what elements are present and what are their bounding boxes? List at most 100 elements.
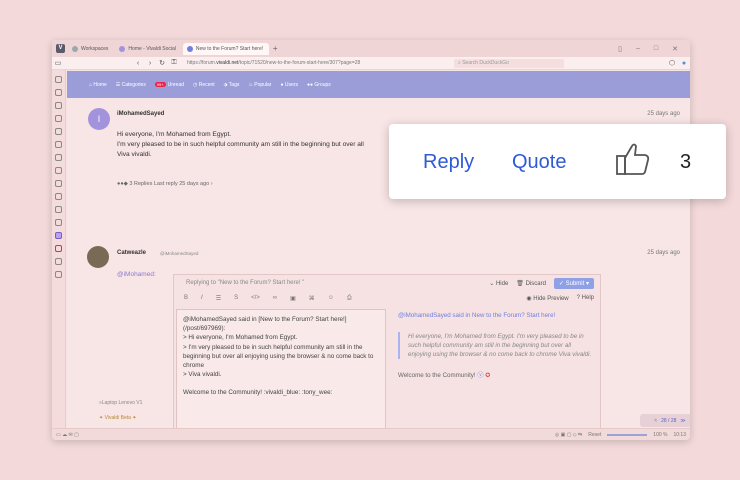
replies-summary[interactable]: ●●◆ 3 Replies Last reply 25 days ago › [117, 181, 213, 187]
site-info-icon[interactable]: ⚿ [168, 59, 180, 67]
zen-icon[interactable]: ⌘ [309, 295, 315, 302]
tab-workspaces[interactable]: Workspaces [68, 43, 112, 55]
italic-icon[interactable]: I [201, 295, 203, 301]
forward-button[interactable]: › [144, 60, 156, 67]
signature: »Laptop Lenovo V1 ✦ Vivaldi Beta ✦ [99, 400, 143, 421]
link-icon[interactable]: ∞ [273, 295, 277, 301]
composer-header: Replying to "New to the Forum? Start her… [174, 275, 600, 291]
zoom-level: 100 % [653, 431, 668, 438]
quote-button[interactable]: Quote [512, 151, 566, 174]
nav-users[interactable]: ● Users [280, 82, 297, 88]
nav-unread[interactable]: 99+ Unread [154, 81, 184, 88]
avatar[interactable]: I [88, 108, 110, 130]
vivaldi-menu-icon[interactable]: V [56, 44, 65, 53]
star-emoji-icon: ✪ [485, 372, 491, 379]
hide-composer-button[interactable]: ⌄ Hide [489, 280, 508, 287]
discard-button[interactable]: 🗑 Discard [516, 280, 546, 287]
nav-categories[interactable]: ☰ Categories [116, 82, 146, 88]
preview-quote: Hi everyone, I'm Mohamed from Egypt. I'm… [398, 332, 594, 359]
upvote-icon[interactable] [615, 141, 651, 177]
status-bar: ▭ ☁ ✉ ▢ ◎ ▣ ▢ ◇ ⇆ Reset 100 % 10:13 [52, 428, 690, 440]
nav-home[interactable]: ⌂ Home [89, 82, 107, 88]
window-controls: ▯ – □ ✕ [618, 45, 690, 53]
profile-icon[interactable]: ● [678, 60, 690, 67]
search-field[interactable]: ⌕ Search DuckDuckGo [454, 58, 564, 68]
back-button[interactable]: ‹ [132, 60, 144, 67]
capture-icon[interactable]: ◎ ▣ ▢ ◇ ⇆ [555, 432, 582, 438]
reply-button[interactable]: Reply [423, 151, 474, 174]
list-icon[interactable]: ☰ [216, 295, 221, 302]
avatar[interactable] [87, 246, 109, 268]
add-panel-icon[interactable] [55, 271, 62, 278]
maximize-button[interactable]: □ [654, 45, 658, 53]
zoom-reset[interactable]: Reset [588, 432, 601, 438]
bookmarks-icon[interactable] [55, 76, 62, 83]
zoom-slider[interactable] [607, 433, 648, 436]
translate-icon[interactable] [55, 141, 62, 148]
nav-groups[interactable]: ●● Groups [307, 82, 331, 88]
panel-toggle-icon[interactable]: ▭ [52, 59, 64, 67]
image-icon[interactable]: ▣ [290, 295, 296, 302]
reply-to-handle[interactable]: @iMohamedSayed [160, 251, 198, 256]
mastodon-icon [119, 45, 126, 52]
post-time[interactable]: 25 days ago [647, 250, 680, 256]
notes-icon[interactable] [55, 128, 62, 135]
post-time[interactable]: 25 days ago [647, 111, 680, 117]
emoji-icon[interactable]: ☺ [328, 295, 334, 301]
new-tab-button[interactable]: + [273, 44, 278, 53]
vivaldi-panel-icon[interactable] [55, 245, 62, 252]
web-panel-icon[interactable] [55, 258, 62, 265]
nav-recent[interactable]: ◷ Recent [193, 82, 215, 88]
post-author[interactable]: iMohamedSayed [117, 111, 164, 117]
post-author[interactable]: Catweazle [117, 250, 146, 256]
unread-badge: 99+ [154, 81, 166, 87]
browser-window: V Workspaces Home - Vivaldi Social New t… [52, 40, 690, 440]
forum-icon [186, 45, 193, 52]
strikethrough-icon[interactable]: S [234, 295, 238, 301]
composer-preview: @iMohamedSayed said in New to the Forum?… [396, 309, 596, 440]
post-actions-callout: Reply Quote 3 [389, 124, 726, 199]
close-button[interactable]: ✕ [672, 45, 678, 53]
clock: 10:13 [673, 431, 686, 438]
contacts-icon[interactable] [55, 219, 62, 226]
formatting-toolbar: B I ☰ S </> ∞ ▣ ⌘ ☺ ⎙ ◉ Hide Preview ? H… [174, 291, 600, 305]
side-panel [52, 70, 66, 428]
downloads-icon[interactable] [55, 102, 62, 109]
composer-textarea[interactable]: @iMohamedSayed said in [New to the Forum… [176, 309, 386, 440]
extensions-icon[interactable]: ⬡ [666, 59, 678, 67]
tab-list-icon[interactable]: ▯ [618, 45, 622, 53]
forum-navigation: ⌂ Home ☰ Categories 99+ Unread ◷ Recent ⬗… [67, 71, 690, 98]
calendar-icon[interactable] [55, 180, 62, 187]
tab-bar: V Workspaces Home - Vivaldi Social New t… [52, 40, 690, 57]
upload-icon[interactable]: ⎙ [347, 295, 352, 302]
mastodon-panel-icon[interactable] [55, 232, 62, 239]
bold-icon[interactable]: B [184, 295, 188, 301]
tab-forum[interactable]: New to the Forum? Start here! [182, 42, 269, 55]
hide-preview-button[interactable]: ◉ Hide Preview [526, 295, 568, 302]
mail-icon[interactable] [55, 167, 62, 174]
address-bar: ▭ ‹ › ↻ ⚿ https://forum. vivaldi.net/topi… [52, 57, 690, 70]
last-page-icon[interactable]: ≫ [680, 418, 685, 424]
reply-composer: Replying to "New to the Forum? Start her… [173, 274, 601, 440]
feeds-icon[interactable] [55, 206, 62, 213]
vote-count: 3 [680, 151, 692, 173]
tasks-icon[interactable] [55, 193, 62, 200]
reload-button[interactable]: ↻ [156, 59, 168, 67]
window-icon[interactable] [55, 154, 62, 161]
history-icon[interactable] [55, 115, 62, 122]
panel-icon[interactable]: ▭ ☁ ✉ ▢ [56, 432, 79, 438]
help-button[interactable]: ? Help [577, 295, 594, 302]
url-field[interactable]: https://forum. vivaldi.net/topic/71520/ne… [184, 59, 434, 68]
minimize-button[interactable]: – [636, 45, 640, 53]
workspace-icon [72, 45, 78, 52]
post-body: Hi everyone, I'm Mohamed from Egypt. I'm… [117, 131, 364, 158]
reading-list-icon[interactable] [55, 89, 62, 96]
mention-link[interactable]: @iMohamed: [117, 271, 156, 278]
first-page-icon[interactable]: ≈ [654, 418, 657, 424]
submit-button[interactable]: ✓ Submit ▾ [553, 277, 594, 289]
nav-popular[interactable]: ♨ Popular [248, 82, 271, 88]
tab-vivaldi-social[interactable]: Home - Vivaldi Social [115, 43, 179, 55]
code-icon[interactable]: </> [251, 295, 260, 301]
pagination[interactable]: ≈28 / 28 ≫ [640, 414, 690, 427]
nav-tags[interactable]: ⬗ Tags [224, 82, 240, 88]
